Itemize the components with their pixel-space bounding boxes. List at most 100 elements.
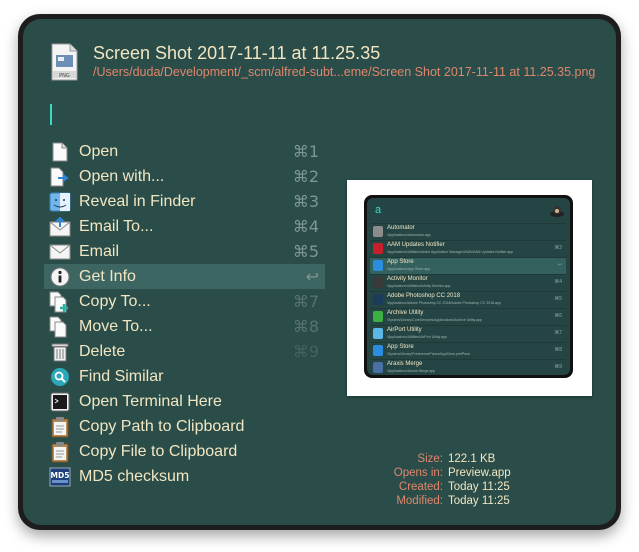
meta-created-label: Created: [398, 481, 443, 493]
action-move-to[interactable]: Move To... ⌘8 [44, 314, 325, 339]
preview-result-path: /Applications/Utilities/Activity Monitor… [387, 284, 451, 288]
meta-created-row: Created: Today 11:25 [357, 481, 597, 495]
action-label: Copy File to Clipboard [79, 442, 238, 460]
preview-result-row: Archive Utility/System/Library/CoreServi… [370, 308, 566, 325]
result-title: Screen Shot 2017-11-11 at 11.25.35 [93, 43, 381, 63]
action-label: Copy Path to Clipboard [79, 417, 245, 435]
meta-size-label: Size: [417, 453, 443, 465]
app-icon [373, 260, 383, 271]
envelope-icon [48, 241, 72, 263]
alfred-panel: PNG Screen Shot 2017-11-11 at 11.25.35 /… [23, 19, 616, 525]
preview-result-list: Automator/Applications/Automator.app AAM … [370, 223, 566, 375]
preview-result-row: App Store/Applications/App Store.app ↩ [370, 257, 566, 274]
shortcut-hint: ⌘8 [292, 317, 319, 336]
shortcut-hint: ⌘3 [292, 192, 319, 211]
action-label: Open Terminal Here [79, 392, 222, 410]
info-icon [48, 266, 72, 288]
action-copy-file-to-clipboard[interactable]: Copy File to Clipboard [44, 439, 325, 464]
action-label: Open with... [79, 167, 165, 185]
preview-shortcut-hint: ⌘8 [554, 347, 562, 353]
action-label: Move To... [79, 317, 153, 335]
preview-alfred-window: a Automator/Applications/Automator.app AA… [364, 195, 573, 378]
preview-shortcut-hint: ⌘2 [554, 245, 562, 251]
clipboard-icon [48, 441, 72, 463]
action-reveal-in-finder[interactable]: Reveal in Finder ⌘3 [44, 189, 325, 214]
preview-result-path: /Applications/Utilities/AirPort Utility.… [387, 335, 447, 339]
app-icon [373, 294, 383, 305]
search-input-caret[interactable] [50, 104, 52, 125]
action-open[interactable]: Open ⌘1 [44, 139, 325, 164]
app-icon [373, 345, 383, 356]
action-list: Open ⌘1 Open with... ⌘2 Reveal in Finder… [44, 139, 325, 489]
open-with-icon [48, 166, 72, 188]
meta-modified-row: Modified: Today 11:25 [357, 495, 597, 509]
preview-shortcut-hint: ⌘5 [554, 296, 562, 302]
action-email-to[interactable]: Email To... ⌘4 [44, 214, 325, 239]
action-email[interactable]: Email ⌘5 [44, 239, 325, 264]
meta-opens-label: Opens in: [393, 467, 443, 479]
quicklook-preview: a Automator/Applications/Automator.app AA… [347, 180, 592, 396]
meta-opens-value: Preview.app [448, 467, 511, 479]
shortcut-hint: ⌘2 [292, 167, 319, 186]
magnifier-icon [48, 366, 72, 388]
meta-created-value: Today 11:25 [448, 481, 510, 493]
preview-result-title: Automator [387, 225, 415, 231]
preview-result-path: /Applications/App Store.app [387, 267, 431, 271]
md5-icon: MD5 [48, 466, 72, 488]
preview-result-title: App Store [387, 344, 414, 350]
preview-result-title: Araxis Merge [387, 361, 423, 367]
app-icon [373, 277, 383, 288]
preview-result-path: /Applications/Adobe Photoshop CC 2018/Ad… [387, 301, 501, 305]
move-to-icon [48, 316, 72, 338]
meta-modified-label: Modified: [396, 495, 443, 507]
alfred-hat-icon [550, 204, 564, 217]
action-open-terminal-here[interactable]: Open Terminal Here [44, 389, 325, 414]
app-icon [373, 243, 383, 254]
preview-query: a [375, 204, 382, 216]
action-label: Find Similar [79, 367, 164, 385]
action-md5-checksum[interactable]: MD5 MD5 checksum [44, 464, 325, 489]
action-delete[interactable]: Delete ⌘9 [44, 339, 325, 364]
png-file-icon: PNG [49, 43, 79, 81]
action-label: Email To... [79, 217, 154, 235]
preview-result-title: Activity Monitor [387, 276, 428, 282]
finder-icon [48, 191, 72, 213]
action-get-info[interactable]: Get Info ↩ [44, 264, 325, 289]
preview-result-path: /System/Library/CoreServices/Application… [387, 318, 482, 322]
action-copy-to[interactable]: Copy To... ⌘7 [44, 289, 325, 314]
preview-result-row: AAM Updates Notifier/Applications/Utilit… [370, 240, 566, 257]
preview-result-title: Adobe Photoshop CC 2018 [387, 293, 461, 299]
preview-shortcut-hint: ↩ [557, 262, 562, 268]
preview-alfred-panel: a Automator/Applications/Automator.app AA… [367, 198, 570, 375]
app-icon [373, 362, 383, 373]
preview-result-path: /Applications/Automator.app [387, 233, 431, 237]
email-to-icon [48, 216, 72, 238]
preview-shortcut-hint: ⌘9 [554, 364, 562, 370]
app-icon [373, 226, 383, 237]
meta-modified-value: Today 11:25 [448, 495, 510, 507]
terminal-icon [48, 391, 72, 413]
preview-result-title: App Store [387, 259, 414, 265]
trash-icon [48, 341, 72, 363]
result-path: /Users/duda/Development/_scm/alfred-subt… [93, 65, 596, 79]
action-label: Copy To... [79, 292, 151, 310]
document-icon [48, 141, 72, 163]
shortcut-hint: ⌘4 [292, 217, 319, 236]
preview-result-path: /Applications/Araxis Merge.app [387, 369, 436, 373]
preview-result-row: AirPort Utility/Applications/Utilities/A… [370, 325, 566, 342]
action-find-similar[interactable]: Find Similar [44, 364, 325, 389]
preview-shortcut-hint: ⌘7 [554, 330, 562, 336]
copy-to-icon [48, 291, 72, 313]
svg-text:MD5: MD5 [51, 471, 70, 480]
preview-result-title: AAM Updates Notifier [387, 242, 445, 248]
action-open-with[interactable]: Open with... ⌘2 [44, 164, 325, 189]
shortcut-hint: ⌘1 [292, 142, 319, 161]
app-icon [373, 311, 383, 322]
file-metadata: Size: 122.1 KB Opens in: Preview.app Creat… [357, 453, 597, 509]
preview-result-path: /Applications/Utilities/Adobe Applicatio… [387, 250, 514, 254]
svg-text:PNG: PNG [59, 73, 70, 79]
preview-result-row: Araxis Merge/Applications/Araxis Merge.a… [370, 359, 566, 375]
shortcut-hint: ⌘7 [292, 292, 319, 311]
shortcut-hint: ⌘9 [292, 342, 319, 361]
action-copy-path-to-clipboard[interactable]: Copy Path to Clipboard [44, 414, 325, 439]
